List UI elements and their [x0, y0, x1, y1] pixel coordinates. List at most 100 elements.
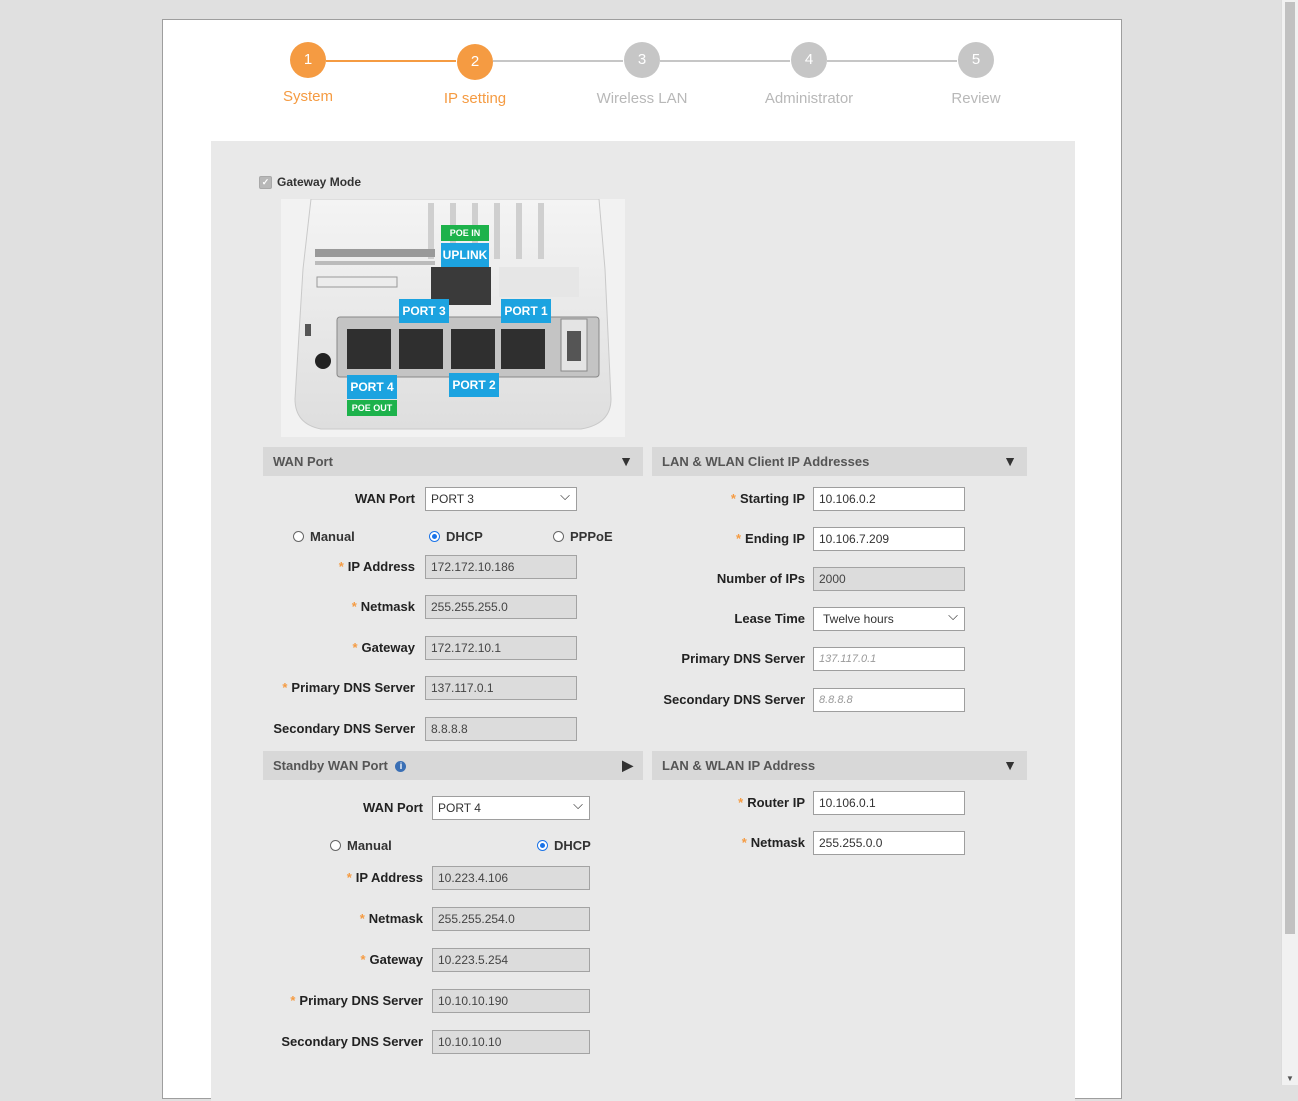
- step-3-circle[interactable]: 3: [624, 42, 660, 78]
- lan-netmask-input[interactable]: 255.255.0.0: [813, 831, 965, 855]
- step-1-label[interactable]: System: [228, 88, 388, 105]
- radio-dhcp-icon[interactable]: [537, 839, 548, 851]
- ending-ip-input[interactable]: 10.106.7.209: [813, 527, 965, 551]
- step-connector-2: [493, 60, 623, 62]
- step-2-label[interactable]: IP setting: [395, 90, 555, 107]
- wan-ip-field[interactable]: 172.172.10.186: [425, 555, 577, 579]
- scroll-down-arrow-icon[interactable]: ▼: [1286, 1074, 1294, 1083]
- collapse-triangle-icon[interactable]: ▼: [1003, 751, 1017, 780]
- standby-wan-section-header[interactable]: Standby WAN Port i ▶: [263, 751, 643, 780]
- port3-tag: PORT 3: [399, 299, 449, 323]
- lan-netmask-label: * Netmask: [741, 835, 805, 850]
- lan-client-header-title: LAN & WLAN Client IP Addresses: [662, 454, 870, 469]
- lease-time-row: Lease Time Twelve hours: [652, 605, 1027, 631]
- ending-ip-row: * Ending IP 10.106.7.209: [652, 527, 1027, 551]
- num-ips-field: 2000: [813, 567, 965, 591]
- wan-gateway-label: * Gateway: [352, 640, 415, 655]
- device-port-image: POE IN UPLINK PORT 3 PORT 1 PORT 4 PORT …: [281, 199, 625, 437]
- standby-sdns-field[interactable]: 10.10.10.10: [432, 1030, 590, 1054]
- step-3-label[interactable]: Wireless LAN: [562, 90, 722, 107]
- standby-gateway-label: * Gateway: [360, 952, 423, 967]
- standby-netmask-field[interactable]: 255.255.254.0: [432, 907, 590, 931]
- step-connector-1: [326, 60, 456, 62]
- wan-gateway-row: * Gateway 172.172.10.1: [263, 636, 643, 660]
- wan-pdns-row: * Primary DNS Server 137.117.0.1: [263, 676, 643, 700]
- standby-gateway-row: * Gateway 10.223.5.254: [263, 948, 643, 972]
- standby-manual-label: Manual: [347, 837, 392, 853]
- step-4-circle[interactable]: 4: [791, 42, 827, 78]
- wan-mode-pppoe-radio[interactable]: PPPoE: [553, 526, 613, 546]
- expand-triangle-icon[interactable]: ▶: [622, 751, 633, 780]
- wan-sdns-label: Secondary DNS Server: [273, 721, 415, 736]
- wan-port-select[interactable]: PORT 3: [425, 485, 577, 511]
- starting-ip-input[interactable]: 10.106.0.2: [813, 487, 965, 511]
- wan-netmask-row: * Netmask 255.255.255.0: [263, 595, 643, 619]
- standby-pdns-label: * Primary DNS Server: [290, 993, 423, 1008]
- radio-pppoe-icon[interactable]: [553, 530, 564, 542]
- lease-time-select[interactable]: Twelve hours: [813, 605, 965, 631]
- standby-gateway-field[interactable]: 10.223.5.254: [432, 948, 590, 972]
- lan-client-section-header[interactable]: LAN & WLAN Client IP Addresses ▼: [652, 447, 1027, 476]
- wan-port-section-header[interactable]: WAN Port ▼: [263, 447, 643, 476]
- standby-wan-port-label: WAN Port: [363, 800, 423, 815]
- collapse-triangle-icon[interactable]: ▼: [1003, 447, 1017, 476]
- lan-ip-header-title: LAN & WLAN IP Address: [662, 758, 816, 773]
- collapse-triangle-icon[interactable]: ▼: [619, 447, 633, 476]
- step-5-label[interactable]: Review: [896, 90, 1056, 107]
- poe-in-tag: POE IN: [441, 225, 489, 241]
- num-ips-label: Number of IPs: [716, 571, 805, 586]
- step-connector-4: [827, 60, 957, 62]
- wan-mode-manual-radio[interactable]: Manual: [293, 526, 355, 546]
- wan-pdns-field[interactable]: 137.117.0.1: [425, 676, 577, 700]
- port1-tag: PORT 1: [501, 299, 551, 323]
- setup-wizard-page: 1 2 3 4 5 System IP setting Wireless LAN…: [162, 19, 1122, 1101]
- standby-netmask-row: * Netmask 255.255.254.0: [263, 907, 643, 931]
- lan-sdns-label: Secondary DNS Server: [663, 692, 805, 707]
- scrollbar-thumb[interactable]: [1285, 2, 1295, 934]
- lan-pdns-input[interactable]: 137.117.0.1: [813, 647, 965, 671]
- step-2-circle[interactable]: 2: [457, 44, 493, 80]
- standby-ip-field[interactable]: 10.223.4.106: [432, 866, 590, 890]
- wan-port-header-title: WAN Port: [273, 454, 333, 469]
- dhcp-label: DHCP: [446, 528, 483, 544]
- wan-port-label: WAN Port: [355, 491, 415, 506]
- poe-out-tag: POE OUT: [347, 400, 397, 416]
- info-icon[interactable]: i: [395, 761, 407, 772]
- lan-sdns-input[interactable]: 8.8.8.8: [813, 688, 965, 712]
- standby-wan-port-select[interactable]: PORT 4: [432, 794, 590, 820]
- wan-gateway-field[interactable]: 172.172.10.1: [425, 636, 577, 660]
- wan-netmask-field[interactable]: 255.255.255.0: [425, 595, 577, 619]
- vertical-scrollbar[interactable]: ▼: [1281, 0, 1298, 1085]
- standby-mode-manual-radio[interactable]: Manual: [330, 835, 392, 855]
- gateway-mode-checkbox[interactable]: ✓ Gateway Mode: [259, 175, 361, 189]
- radio-manual-icon[interactable]: [330, 839, 341, 851]
- starting-ip-label: * Starting IP: [730, 491, 805, 506]
- step-5-circle[interactable]: 5: [958, 42, 994, 78]
- check-icon[interactable]: ✓: [259, 175, 272, 189]
- num-ips-row: Number of IPs 2000: [652, 567, 1027, 591]
- standby-mode-dhcp-radio[interactable]: DHCP: [537, 835, 591, 855]
- wan-pdns-label: * Primary DNS Server: [282, 680, 415, 695]
- lan-sdns-row: Secondary DNS Server 8.8.8.8: [652, 688, 1027, 712]
- ending-ip-label: * Ending IP: [735, 531, 805, 546]
- wan-mode-dhcp-radio[interactable]: DHCP: [429, 526, 483, 546]
- port2-tag: PORT 2: [449, 373, 499, 397]
- ip-setting-panel: ✓ Gateway Mode POE IN UPLINK PORT 3 PORT…: [211, 141, 1075, 1101]
- wan-netmask-label: * Netmask: [351, 599, 415, 614]
- wan-sdns-field[interactable]: 8.8.8.8: [425, 717, 577, 741]
- standby-dhcp-label: DHCP: [554, 837, 591, 853]
- lan-ip-section-header[interactable]: LAN & WLAN IP Address ▼: [652, 751, 1027, 780]
- step-1-circle[interactable]: 1: [290, 42, 326, 78]
- wan-sdns-row: Secondary DNS Server 8.8.8.8: [263, 717, 643, 741]
- radio-dhcp-icon[interactable]: [429, 530, 440, 542]
- radio-manual-icon[interactable]: [293, 530, 304, 542]
- lease-time-label: Lease Time: [734, 611, 805, 626]
- standby-ip-label: * IP Address: [346, 870, 423, 885]
- standby-sdns-label: Secondary DNS Server: [281, 1034, 423, 1049]
- standby-pdns-field[interactable]: 10.10.10.190: [432, 989, 590, 1013]
- step-4-label[interactable]: Administrator: [729, 90, 889, 107]
- starting-ip-row: * Starting IP 10.106.0.2: [652, 487, 1027, 511]
- router-ip-input[interactable]: 10.106.0.1: [813, 791, 965, 815]
- port4-tag: PORT 4: [347, 375, 397, 399]
- gateway-mode-label: Gateway Mode: [277, 175, 362, 189]
